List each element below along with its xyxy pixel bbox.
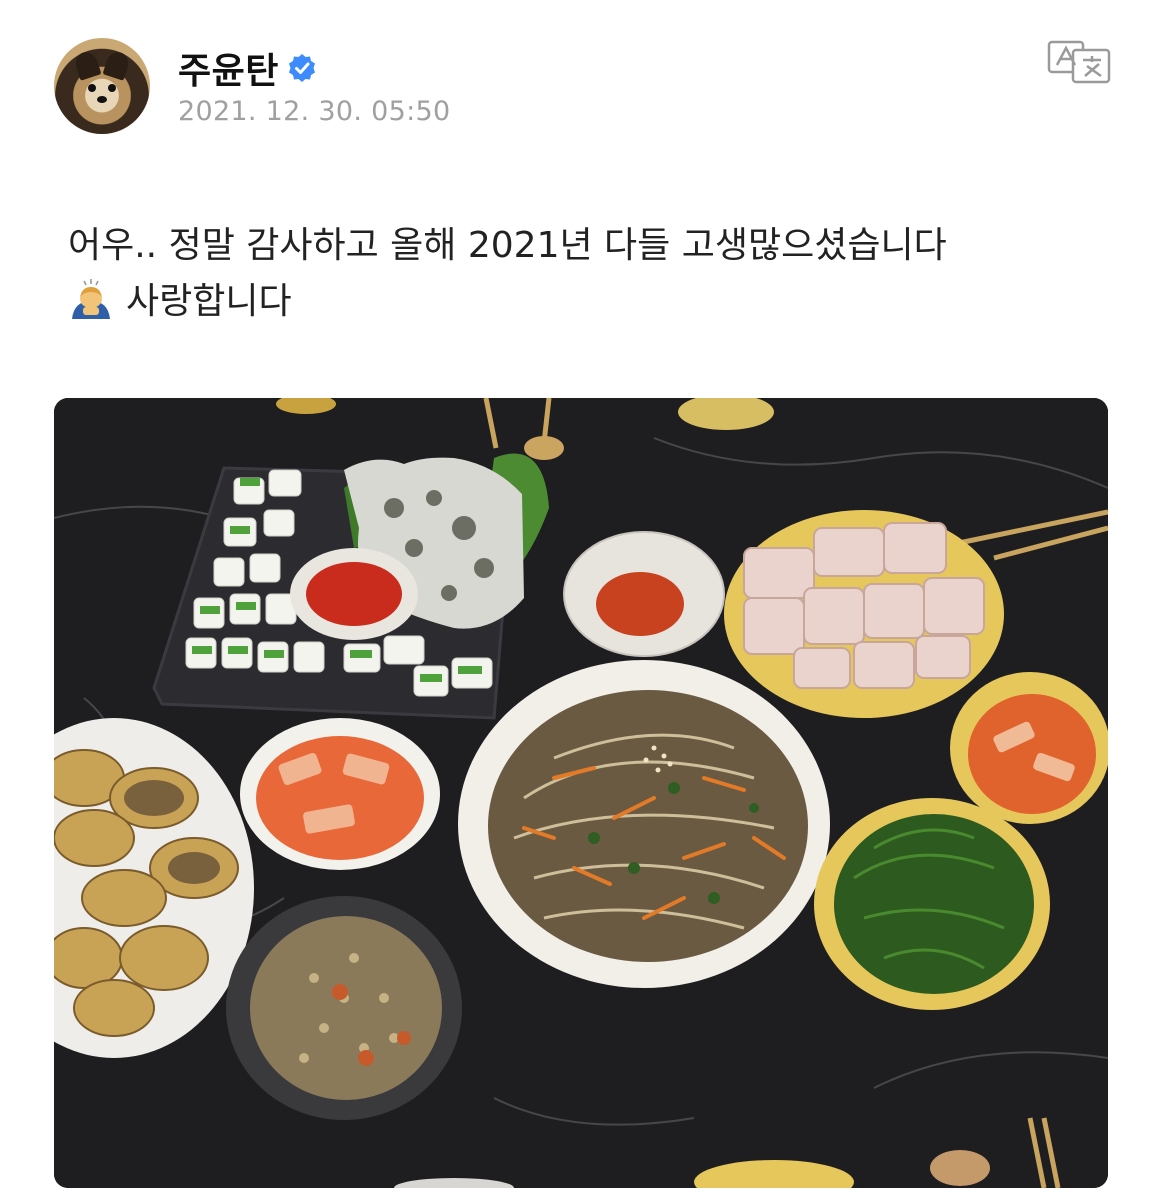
- post-timestamp: 2021. 12. 30. 05:50: [178, 96, 451, 127]
- photo-canvas: [54, 398, 1108, 1188]
- plate-japchae: [458, 660, 830, 988]
- post-body: 어우.. 정말 감사하고 올해 2021년 다들 고생많으셨습니다 사랑합니다: [68, 218, 1108, 330]
- spoon-bottom: [930, 1150, 990, 1186]
- bowl-spinach: [814, 798, 1050, 1010]
- post-header: 주윤탄 2021. 12. 30. 05:50: [54, 38, 1111, 138]
- bowl-kimchi-right: [950, 672, 1108, 824]
- person-bowing-emoji: [72, 279, 110, 319]
- avatar-ear-left: [72, 49, 102, 81]
- post-text-line1: 어우.. 정말 감사하고 올해 2021년 다들 고생많으셨습니다: [68, 225, 947, 266]
- avatar-eye-right: [108, 84, 116, 92]
- verified-badge-icon: [288, 54, 315, 82]
- food-spread-photo[interactable]: [54, 398, 1108, 1188]
- bowl-kimchi-left: [240, 718, 440, 870]
- bowl-anchovies: [226, 896, 462, 1120]
- avatar[interactable]: [54, 38, 150, 134]
- author-name[interactable]: 주윤탄: [178, 42, 279, 94]
- avatar-ear-right: [102, 49, 132, 81]
- avatar-eye-left: [88, 84, 96, 92]
- post-text-line2: 사랑합니다: [126, 281, 292, 322]
- avatar-nose: [97, 96, 107, 103]
- spoon-top: [524, 436, 564, 460]
- post-text-line2-row: 사랑합니다: [68, 274, 1108, 330]
- translate-icon[interactable]: [1047, 40, 1111, 84]
- plate-bossam: [724, 510, 1004, 718]
- author-row: 주윤탄: [178, 42, 317, 94]
- dish-gochujang: [563, 531, 725, 657]
